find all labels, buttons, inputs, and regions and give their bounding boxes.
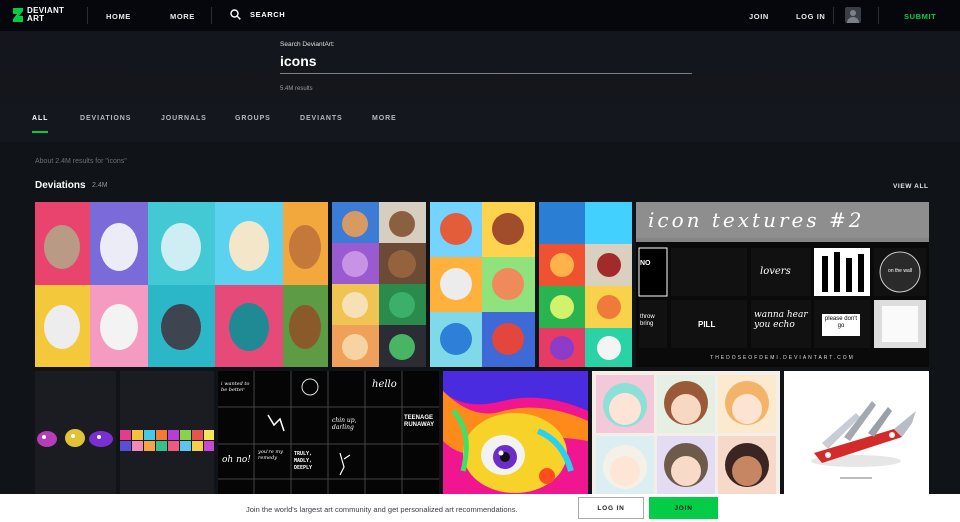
- nav-login-link[interactable]: LOG IN: [796, 12, 825, 21]
- search-label: Search DeviantArt:: [280, 41, 335, 48]
- thumbnail-sticker-icons[interactable]: [430, 202, 535, 367]
- view-all-link[interactable]: VIEW ALL: [893, 183, 929, 190]
- textures-word-no: NO: [640, 260, 651, 267]
- textures-word-lovers: lovers: [760, 266, 791, 277]
- thumbnail-anime-portraits[interactable]: [592, 371, 780, 494]
- banner-join-button[interactable]: JOIN: [649, 497, 718, 519]
- texture-pack-word-teenage: TEENAGE RUNAWAY: [404, 415, 435, 428]
- texture-pack-word-truly: TRULY, MADLY, DEEPLY: [294, 451, 313, 471]
- search-input-underline: [280, 73, 692, 74]
- textures-word-throw: throw bring: [640, 314, 655, 327]
- tab-groups[interactable]: GROUPS: [235, 115, 271, 122]
- search-tabs: ALL DEVIATIONS JOURNALS GROUPS DEVIANTS …: [0, 115, 960, 135]
- texture-pack-word-remedy: you're my remedy: [258, 449, 283, 461]
- search-header: Search DeviantArt: icons 5.4M results AL…: [0, 31, 960, 142]
- thumbnail-neon-creature[interactable]: [443, 371, 588, 494]
- user-icon: [847, 10, 859, 23]
- thumbnail-icon-textures-2[interactable]: icon textures #2 NO lovers on the wall t…: [636, 202, 929, 367]
- active-tab-indicator: [32, 131, 48, 133]
- thumbnail-animal-icons-grid[interactable]: [35, 202, 328, 367]
- nav-submit-button[interactable]: SUBMIT: [904, 12, 936, 21]
- tab-more[interactable]: MORE: [372, 115, 397, 122]
- thumbnail-pixel-icons[interactable]: [120, 371, 214, 494]
- section-title: Deviations: [35, 180, 86, 191]
- nav-search-label: SEARCH: [250, 10, 286, 19]
- textures-word-echo: wanna hear you echo: [754, 310, 808, 330]
- textures-word-please: please don't go: [824, 316, 858, 329]
- nav-home-link[interactable]: HOME: [106, 12, 131, 21]
- textures-footer: THEDOSEOFDEMI.DEVIANTART.COM: [710, 355, 855, 361]
- thumbnail-icon-texture-pack[interactable]: i wanted to be better hello chin up, dar…: [218, 371, 439, 494]
- textures-word-wall: on the wall: [888, 268, 912, 274]
- thumbnail-vivid-icons[interactable]: [539, 202, 632, 367]
- signup-banner: Join the world's largest art community a…: [0, 494, 960, 522]
- avatar[interactable]: [845, 7, 861, 23]
- texture-pack-word-chinup: chin up, darling: [332, 417, 357, 431]
- texture-pack-word-ohno: oh no!: [222, 455, 251, 465]
- thumbnail-pocket-knife[interactable]: [784, 371, 929, 494]
- nav-search-button[interactable]: SEARCH: [230, 9, 285, 20]
- texture-pack-word-hello: hello: [372, 379, 397, 390]
- nav-divider: [833, 7, 834, 24]
- section-count: 2.4M: [92, 182, 108, 189]
- logo-text-line2: ART: [27, 14, 45, 23]
- results-count: 5.4M results: [280, 86, 313, 92]
- banner-message: Join the world's largest art community a…: [246, 505, 518, 514]
- nav-divider: [211, 7, 212, 24]
- textures-title: icon textures #2: [648, 208, 865, 232]
- thumbnail-mini-icon-strip[interactable]: [35, 371, 116, 494]
- nav-divider: [87, 7, 88, 24]
- nav-join-link[interactable]: JOIN: [749, 12, 769, 21]
- texture-pack-word-better: i wanted to be better: [221, 381, 250, 393]
- search-icon: [230, 9, 241, 20]
- tab-deviations[interactable]: DEVIATIONS: [80, 115, 131, 122]
- tab-journals[interactable]: JOURNALS: [161, 115, 207, 122]
- nav-more-menu[interactable]: MORE: [170, 12, 195, 21]
- thumbnail-character-icons[interactable]: [332, 202, 426, 367]
- textures-word-pill: PILL: [698, 320, 716, 329]
- tab-deviants[interactable]: DEVIANTS: [300, 115, 343, 122]
- nav-divider: [878, 7, 879, 24]
- deviantart-logo[interactable]: DEVIANT ART: [12, 7, 64, 23]
- tab-all[interactable]: ALL: [32, 115, 48, 122]
- search-input[interactable]: icons: [280, 53, 317, 69]
- results-summary: About 2.4M results for "icons": [35, 158, 127, 165]
- banner-login-button[interactable]: LOG IN: [578, 497, 644, 519]
- deviantart-logo-icon: [12, 7, 24, 23]
- top-navigation: DEVIANT ART HOME MORE SEARCH JOIN LOG IN…: [0, 0, 960, 31]
